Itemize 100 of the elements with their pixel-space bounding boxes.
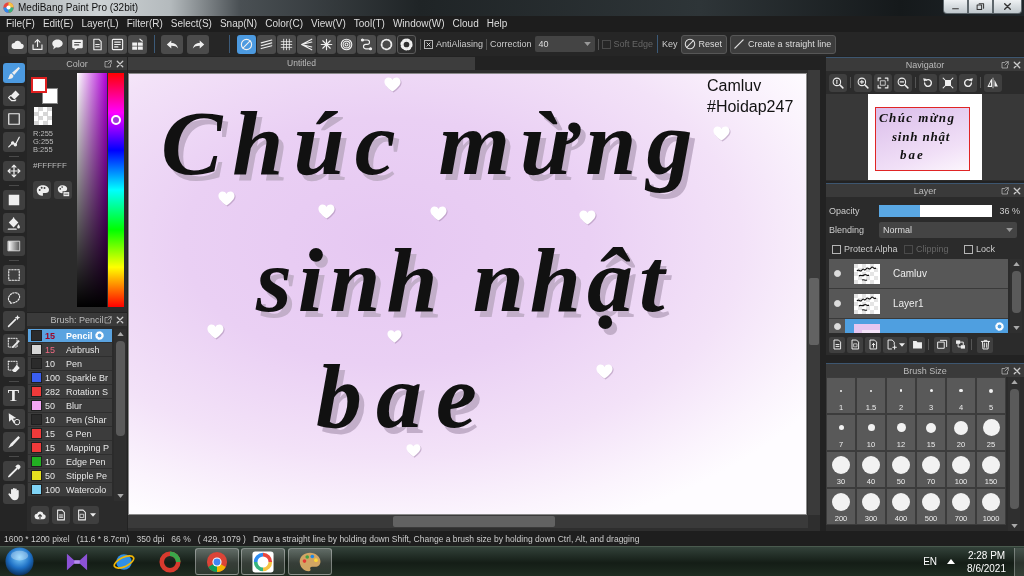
folder-button[interactable] bbox=[909, 336, 925, 353]
document-button[interactable] bbox=[88, 34, 107, 54]
menu-item[interactable]: Help bbox=[482, 17, 512, 31]
scrollbar[interactable] bbox=[1010, 259, 1022, 333]
brush-row[interactable]: 15 Mapping P bbox=[28, 441, 112, 455]
fit-square-button[interactable] bbox=[939, 73, 957, 92]
message-button[interactable] bbox=[68, 34, 87, 54]
minimize-button[interactable] bbox=[943, 0, 968, 14]
scrollbar-thumb[interactable] bbox=[1009, 389, 1019, 509]
scrollbar-thumb[interactable] bbox=[1011, 271, 1021, 313]
document-button[interactable] bbox=[829, 336, 845, 353]
tool-button[interactable] bbox=[2, 288, 25, 308]
brush-row[interactable]: 50 Blur bbox=[28, 399, 112, 413]
scrollbar[interactable] bbox=[808, 70, 820, 515]
brush-row[interactable]: 100 Sparkle Br bbox=[28, 371, 112, 385]
undo-button[interactable] bbox=[161, 34, 183, 54]
tool-button[interactable] bbox=[2, 161, 25, 181]
layer-row[interactable]: Camluv bbox=[829, 259, 1008, 289]
tool-button[interactable] bbox=[2, 461, 25, 481]
checkbox[interactable] bbox=[832, 244, 841, 254]
snap-button[interactable] bbox=[377, 34, 396, 54]
menu-item[interactable]: Window(W) bbox=[388, 17, 449, 31]
close-icon[interactable] bbox=[116, 59, 124, 68]
correction-dropdown[interactable]: 40 bbox=[534, 36, 595, 52]
restore-button[interactable] bbox=[968, 0, 993, 14]
snap-settings-button[interactable] bbox=[397, 34, 416, 54]
navigator-preview[interactable]: Chúc mừng sinh nhật bae bbox=[826, 94, 1024, 180]
close-button[interactable] bbox=[993, 0, 1022, 14]
cloud-button[interactable] bbox=[8, 34, 27, 54]
tool-button[interactable] bbox=[2, 484, 25, 504]
clock-date[interactable]: 8/6/2021 bbox=[967, 561, 1006, 575]
clock-time[interactable]: 2:28 PM bbox=[967, 548, 1006, 562]
brush-row[interactable]: 10 Pen bbox=[28, 357, 112, 371]
visibility-dot-icon[interactable] bbox=[833, 270, 841, 277]
scrollbar[interactable] bbox=[1008, 377, 1020, 531]
close-icon[interactable] bbox=[1013, 186, 1021, 195]
document-tab[interactable]: Untitled bbox=[128, 57, 475, 70]
snap-button[interactable] bbox=[337, 34, 356, 54]
palette-button[interactable] bbox=[33, 181, 51, 199]
close-icon[interactable] bbox=[1013, 60, 1021, 69]
tool-button[interactable] bbox=[2, 311, 25, 331]
scroll-up-arrow-icon[interactable] bbox=[116, 332, 124, 336]
merge-button[interactable] bbox=[952, 336, 968, 353]
tool-button[interactable] bbox=[2, 190, 25, 210]
saturation-value-picker[interactable] bbox=[77, 73, 107, 307]
straight-line-button[interactable]: Create a straight line bbox=[730, 34, 837, 54]
settings-icon[interactable] bbox=[995, 322, 1004, 331]
tool-button[interactable] bbox=[2, 357, 25, 377]
flip-horizontal-button[interactable] bbox=[984, 73, 1002, 92]
popout-icon[interactable] bbox=[104, 315, 112, 324]
transparent-swatch-icon[interactable] bbox=[34, 107, 52, 125]
taskbar-app-button[interactable] bbox=[194, 548, 239, 575]
snap-button[interactable] bbox=[237, 34, 256, 54]
tool-button[interactable] bbox=[2, 409, 25, 429]
brush-row[interactable]: 10 Pen (Shar bbox=[28, 413, 112, 427]
tool-button[interactable] bbox=[2, 265, 25, 285]
menu-item[interactable]: File(F) bbox=[2, 17, 39, 31]
drawing-canvas[interactable]: Chúc mừng sinh nhật bae Camluv #Hoidap247 bbox=[128, 73, 807, 515]
taskbar-app-button[interactable] bbox=[287, 548, 332, 575]
popout-icon[interactable] bbox=[1001, 60, 1009, 69]
cloud-upload-button[interactable] bbox=[31, 506, 49, 524]
snap-button[interactable] bbox=[317, 34, 336, 54]
scrollbar[interactable] bbox=[114, 329, 126, 501]
menu-item[interactable]: Select(S) bbox=[166, 17, 216, 31]
popout-icon[interactable] bbox=[1001, 186, 1009, 195]
opacity-slider[interactable] bbox=[879, 204, 992, 217]
menu-item[interactable]: Filter(R) bbox=[122, 17, 167, 31]
tool-button[interactable] bbox=[2, 63, 25, 83]
zoom-out-button[interactable] bbox=[894, 73, 912, 92]
menu-item[interactable]: Color(C) bbox=[261, 17, 307, 31]
scroll-up-arrow-icon[interactable] bbox=[1010, 380, 1018, 384]
color-swatch-icon[interactable] bbox=[31, 77, 47, 93]
scroll-down-arrow-icon[interactable] bbox=[1010, 524, 1018, 528]
snap-button[interactable] bbox=[357, 34, 376, 54]
brush-row[interactable]: 15 G Pen bbox=[28, 427, 112, 441]
scrollbar-thumb[interactable] bbox=[393, 516, 555, 527]
document-grid-button[interactable] bbox=[847, 336, 863, 353]
menu-item[interactable]: Layer(L) bbox=[77, 17, 123, 31]
redo-button[interactable] bbox=[187, 34, 209, 54]
layer-row[interactable]: Layer1 bbox=[829, 289, 1008, 319]
upload-button[interactable] bbox=[28, 34, 47, 54]
brush-row[interactable]: 15 Airbrush bbox=[28, 343, 112, 357]
rotate-right-button[interactable] bbox=[959, 73, 977, 92]
rotate-left-button[interactable] bbox=[919, 73, 937, 92]
hue-slider-thumb[interactable] bbox=[111, 114, 121, 125]
tool-button[interactable] bbox=[2, 132, 25, 152]
blending-dropdown[interactable]: Normal bbox=[879, 222, 1017, 238]
tool-button[interactable] bbox=[2, 334, 25, 354]
list-button[interactable] bbox=[108, 34, 127, 54]
scroll-down-arrow-icon[interactable] bbox=[1012, 326, 1020, 330]
close-icon[interactable] bbox=[1013, 366, 1021, 375]
add-document-button[interactable] bbox=[883, 336, 907, 353]
scrollbar[interactable] bbox=[128, 515, 808, 528]
viewport-frame[interactable]: Chúc mừng sinh nhật bae bbox=[875, 107, 970, 171]
fit-frame-button[interactable] bbox=[874, 73, 892, 92]
menu-item[interactable]: Edit(E) bbox=[38, 17, 78, 31]
reset-button[interactable]: Reset bbox=[680, 34, 728, 54]
language-indicator[interactable]: EN bbox=[923, 556, 938, 567]
magnifier-button[interactable] bbox=[829, 73, 847, 92]
visibility-dot-icon[interactable] bbox=[833, 300, 841, 307]
